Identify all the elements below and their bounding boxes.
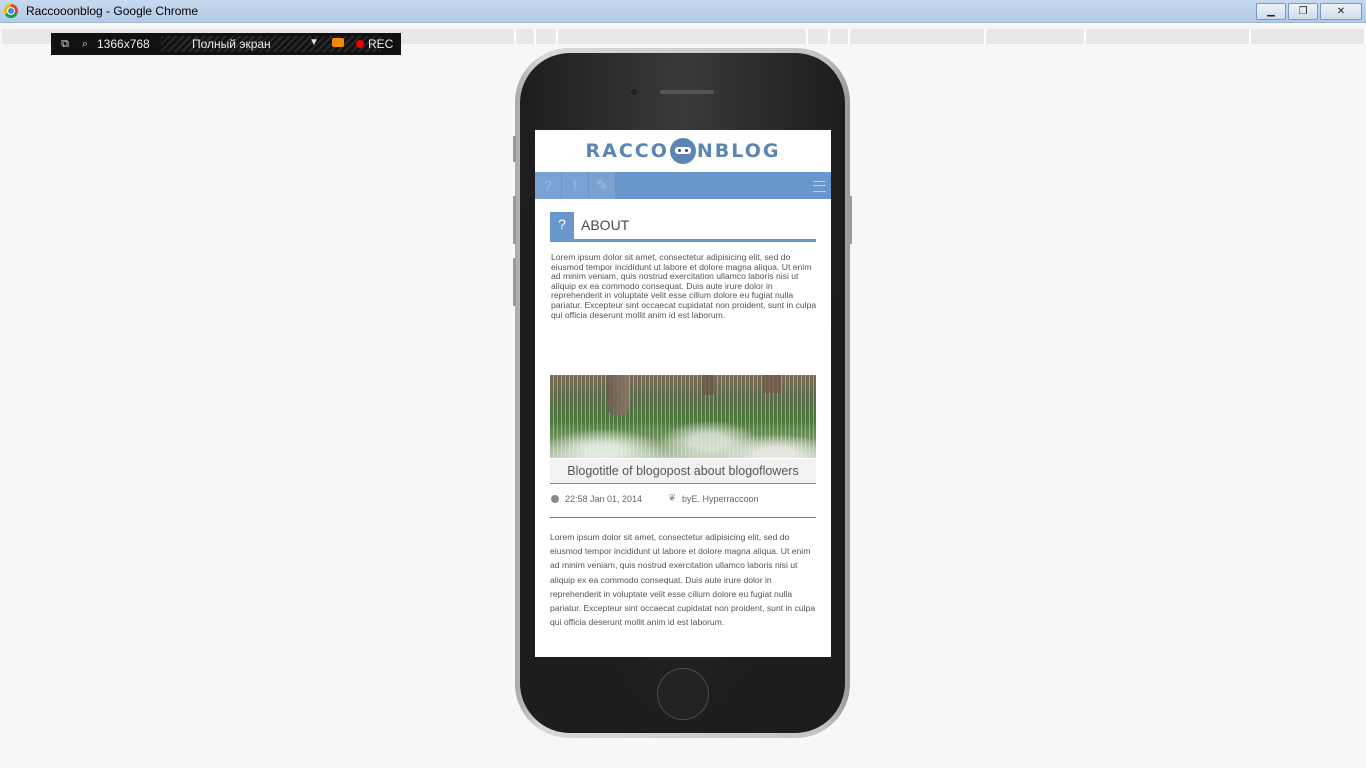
tree-trunk: [607, 375, 629, 415]
post-text: Lorem ipsum dolor sit amet, consectetur …: [550, 532, 816, 628]
strip-segment[interactable]: [516, 29, 536, 44]
strip-segment[interactable]: [808, 29, 830, 44]
emulation-toolbar: ⧉ ⌕ 1366x768 Полный экран ▼ REC: [51, 33, 401, 55]
blog-nav: ? ! ✎: [535, 172, 831, 199]
strip-segment[interactable]: [558, 29, 808, 44]
post-author[interactable]: byE. Hyperraccoon: [682, 494, 759, 504]
front-camera: [631, 89, 637, 95]
footprint-icon: ❦: [668, 493, 677, 504]
phone-screen: RACCO NBLOG ? ! ✎ ? ABOUT Lorem ipsum do…: [535, 130, 831, 657]
view-mode-select[interactable]: Полный экран: [192, 37, 271, 51]
record-icon[interactable]: [356, 40, 364, 48]
nav-item-question[interactable]: ?: [535, 172, 562, 199]
restore-button[interactable]: ❐: [1288, 3, 1318, 20]
strip-segment[interactable]: [850, 29, 986, 44]
resolution-label: 1366x768: [97, 37, 150, 51]
close-button[interactable]: ✕: [1320, 3, 1362, 20]
minimize-button[interactable]: ▁: [1256, 3, 1286, 20]
strip-segment[interactable]: [536, 29, 558, 44]
mute-switch: [513, 136, 516, 162]
camera-icon[interactable]: [332, 38, 344, 47]
logo-text-left: RACCO: [585, 140, 669, 162]
window-controls: ▁ ❐ ✕: [1256, 3, 1362, 20]
tree-trunk: [702, 375, 714, 395]
volume-up-button: [513, 196, 516, 244]
home-button[interactable]: [657, 668, 709, 720]
post-image[interactable]: [550, 375, 816, 458]
raccoon-icon: [669, 138, 696, 164]
post-meta: 22:58 Jan 01, 2014 ❦ byE. Hyperraccoon: [550, 489, 816, 518]
window-title-bar: Raccooonblog - Google Chrome ▁ ❐ ✕: [0, 0, 1366, 23]
volume-down-button: [513, 258, 516, 306]
question-icon: ?: [550, 212, 574, 239]
about-section-header: ? ABOUT: [550, 212, 816, 242]
zoom-icon[interactable]: ⌕: [79, 38, 91, 50]
strip-segment[interactable]: [1086, 29, 1251, 44]
earpiece-speaker: [660, 90, 714, 94]
window-title: Raccooonblog - Google Chrome: [26, 4, 199, 18]
tree-trunk: [763, 375, 781, 393]
logo-text-right: NBLOG: [696, 140, 781, 162]
post-title[interactable]: Blogotitle of blogopost about blogoflowe…: [550, 459, 816, 484]
strip-segment[interactable]: [830, 29, 850, 44]
resize-icon[interactable]: ⧉: [59, 38, 71, 50]
strip-segment[interactable]: [986, 29, 1086, 44]
record-button[interactable]: REC: [368, 37, 393, 51]
power-button: [849, 196, 852, 244]
nav-item-tag[interactable]: ✎: [589, 172, 616, 199]
clock-icon: [551, 495, 559, 503]
strip-segment[interactable]: [1251, 29, 1366, 44]
chevron-down-icon[interactable]: ▼: [309, 37, 319, 48]
nav-item-exclamation[interactable]: !: [562, 172, 589, 199]
about-title: ABOUT: [581, 217, 630, 233]
hamburger-menu-icon[interactable]: [813, 181, 826, 192]
about-text: Lorem ipsum dolor sit amet, consectetur …: [551, 252, 817, 320]
blog-logo[interactable]: RACCO NBLOG: [535, 130, 831, 172]
post-date: 22:58 Jan 01, 2014: [565, 494, 643, 504]
chrome-logo-icon: [4, 4, 18, 18]
